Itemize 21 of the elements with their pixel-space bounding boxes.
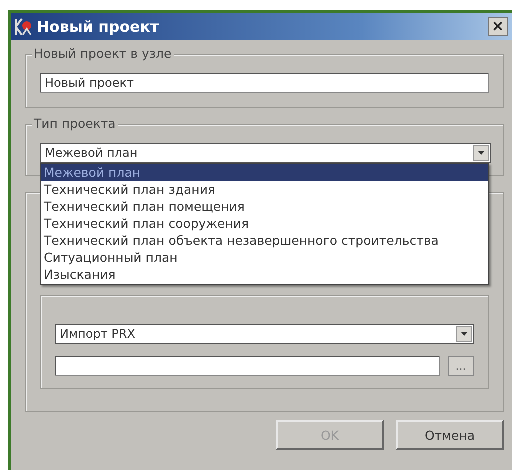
dropdown-button[interactable]	[456, 326, 472, 342]
caret-icon	[478, 151, 484, 155]
group-title: Новый проект в узле	[32, 46, 174, 61]
dropdown-button[interactable]	[473, 145, 489, 161]
dropdown-option[interactable]: Ситуационный план	[41, 249, 488, 266]
group-title: Тип проекта	[32, 116, 118, 131]
import-dropdown[interactable]: Импорт PRX	[55, 324, 474, 344]
dropdown-option[interactable]: Технический план объекта незавершенного строительства	[41, 232, 488, 249]
caret-icon	[460, 332, 468, 336]
file-path-field[interactable]	[55, 356, 440, 376]
window-title: Новый проект	[37, 18, 160, 36]
dropdown-option[interactable]: Технический план здания	[41, 181, 488, 198]
app-logo-icon	[15, 18, 33, 36]
browse-button[interactable]: ...	[448, 356, 474, 376]
dropdown-option[interactable]: Межевой план	[41, 164, 488, 181]
dropdown-option[interactable]: Технический план помещения	[41, 198, 488, 215]
close-button[interactable]: ×	[488, 17, 508, 36]
cancel-button[interactable]: Отмена	[396, 420, 504, 450]
dropdown-option[interactable]: Технический план сооружения	[41, 215, 488, 232]
project-name-field[interactable]: Новый проект	[40, 73, 489, 93]
dropdown-option[interactable]: Изыскания	[41, 266, 488, 283]
